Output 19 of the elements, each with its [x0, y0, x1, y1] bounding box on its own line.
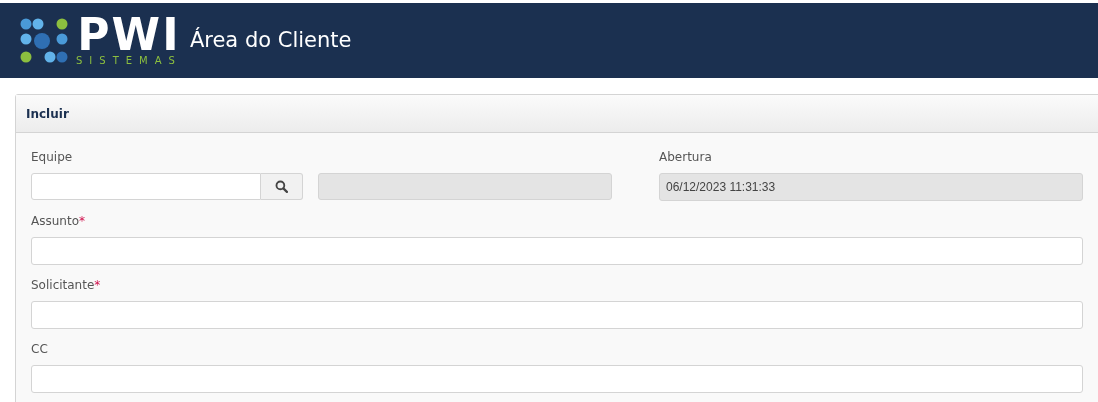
required-mark: * [94, 278, 101, 292]
logo-icon [20, 17, 70, 64]
page-title: Área do Cliente [189, 26, 352, 54]
field-label: Assunto [31, 214, 79, 228]
date-field: 06/12/2023 11:31:33 [659, 173, 1083, 201]
input-field[interactable] [31, 365, 1083, 393]
required-mark: * [79, 214, 85, 228]
search-button[interactable] [261, 173, 303, 200]
field-label: CC [31, 342, 48, 356]
input-field[interactable] [31, 301, 1083, 329]
logo-text: PWI [77, 14, 181, 55]
input-field[interactable] [31, 173, 261, 200]
field-label: Equipe [31, 150, 73, 164]
field-label: Abertura [659, 150, 712, 164]
input-field[interactable] [31, 237, 1083, 265]
panel-title: Incluir [26, 105, 69, 123]
search-icon [275, 180, 288, 193]
logo-subtext: SISTEMAS [76, 54, 182, 67]
field-label: Solicitante [31, 278, 95, 292]
